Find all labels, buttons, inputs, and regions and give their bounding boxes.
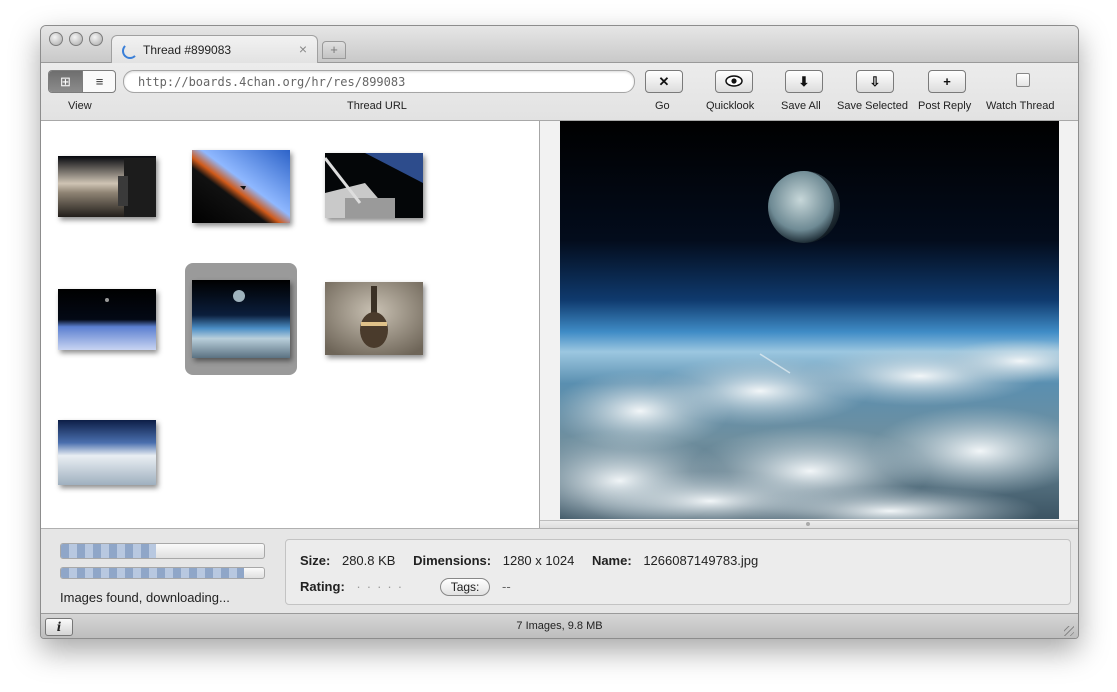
dimensions-value: 1280 x 1024 bbox=[502, 553, 575, 568]
resize-grip-icon[interactable] bbox=[1064, 626, 1074, 636]
tab-thread[interactable]: Thread #899083 × bbox=[111, 35, 318, 63]
close-window-button[interactable] bbox=[49, 32, 63, 46]
thread-url-label: Thread URL bbox=[347, 100, 407, 112]
progress-fill bbox=[61, 568, 244, 578]
tab-strip: Thread #899083 × + bbox=[41, 26, 1078, 63]
progress-fill bbox=[61, 544, 157, 558]
size-value: 280.8 KB bbox=[341, 553, 396, 568]
info-row-primary: Size: 280.8 KB Dimensions: 1280 x 1024 N… bbox=[300, 553, 758, 568]
save-all-label: Save All bbox=[781, 100, 821, 112]
quicklook-label: Quicklook bbox=[706, 100, 755, 112]
selected-thumbnail-frame[interactable] bbox=[185, 263, 297, 375]
size-label: Size: bbox=[300, 553, 331, 568]
thumbnail-image[interactable] bbox=[58, 289, 156, 350]
watch-thread-label: Watch Thread bbox=[986, 100, 1055, 112]
preview-pane bbox=[540, 121, 1078, 528]
tags-button[interactable]: Tags: bbox=[439, 578, 491, 596]
download-icon: ⬇ bbox=[798, 74, 810, 89]
divider-handle-icon bbox=[806, 522, 810, 526]
rating-stars[interactable]: ····· bbox=[356, 579, 408, 594]
zoom-window-button[interactable] bbox=[89, 32, 103, 46]
plus-icon: + bbox=[330, 42, 338, 57]
dimensions-label: Dimensions: bbox=[413, 553, 492, 568]
list-view-button[interactable]: ≡ bbox=[83, 71, 115, 92]
thumbnail-image[interactable] bbox=[58, 420, 156, 485]
grid-view-icon: ⊞ bbox=[60, 74, 71, 89]
list-view-icon: ≡ bbox=[95, 74, 104, 89]
thumbnail-image[interactable] bbox=[58, 156, 156, 217]
post-reply-label: Post Reply bbox=[918, 100, 972, 112]
name-value: 1266087149783.jpg bbox=[643, 553, 759, 568]
tab-close-icon[interactable]: × bbox=[299, 41, 307, 57]
toolbar: ⊞ ≡ View Thread URL ✕ Go Quicklook ⬇ Sav… bbox=[41, 63, 1078, 121]
post-reply-button[interactable]: + bbox=[928, 70, 966, 93]
thumbnail-image[interactable] bbox=[325, 153, 423, 218]
info-row-secondary: Rating: ····· Tags: -- bbox=[300, 578, 511, 596]
eye-icon bbox=[725, 75, 743, 87]
new-tab-button[interactable]: + bbox=[322, 41, 346, 59]
status-text: Images found, downloading... bbox=[60, 590, 230, 605]
thumbnail-image[interactable] bbox=[192, 280, 290, 358]
save-all-button[interactable]: ⬇ bbox=[785, 70, 823, 93]
thumbnail-grid bbox=[41, 121, 540, 528]
image-info-box: Size: 280.8 KB Dimensions: 1280 x 1024 N… bbox=[285, 539, 1071, 605]
thread-url-input[interactable] bbox=[136, 73, 630, 91]
secondary-progress-bar bbox=[60, 567, 265, 579]
save-selected-button[interactable]: ⇩ bbox=[856, 70, 894, 93]
bottom-panel: Images found, downloading... Size: 280.8… bbox=[41, 528, 1078, 614]
app-window: Thread #899083 × + ⊞ ≡ View Thread URL ✕… bbox=[40, 25, 1079, 639]
rating-label: Rating: bbox=[300, 579, 345, 594]
loading-spinner-icon bbox=[122, 43, 138, 59]
view-mode-control: ⊞ ≡ bbox=[48, 70, 116, 93]
download-outline-icon: ⇩ bbox=[869, 74, 881, 89]
quicklook-button[interactable] bbox=[715, 70, 753, 93]
go-label: Go bbox=[655, 100, 670, 112]
image-count-summary: 7 Images, 9.8 MB bbox=[516, 620, 603, 632]
go-button[interactable]: ✕ bbox=[645, 70, 683, 93]
tags-value: -- bbox=[502, 579, 511, 594]
view-label: View bbox=[68, 100, 92, 112]
grid-view-button[interactable]: ⊞ bbox=[49, 71, 82, 92]
plus-icon: + bbox=[943, 74, 951, 89]
save-selected-label: Save Selected bbox=[837, 100, 908, 112]
preview-image bbox=[560, 121, 1059, 519]
watch-thread-checkbox[interactable] bbox=[1016, 73, 1030, 87]
thumbnail-image[interactable] bbox=[192, 150, 290, 223]
name-label: Name: bbox=[591, 553, 632, 568]
download-progress-bar bbox=[60, 543, 265, 559]
status-bar: i 7 Images, 9.8 MB bbox=[41, 613, 1078, 638]
tab-title: Thread #899083 bbox=[143, 43, 232, 57]
close-icon: ✕ bbox=[658, 74, 670, 89]
thumbnail-image[interactable] bbox=[325, 282, 423, 355]
url-field-container bbox=[123, 70, 635, 93]
minimize-window-button[interactable] bbox=[69, 32, 83, 46]
